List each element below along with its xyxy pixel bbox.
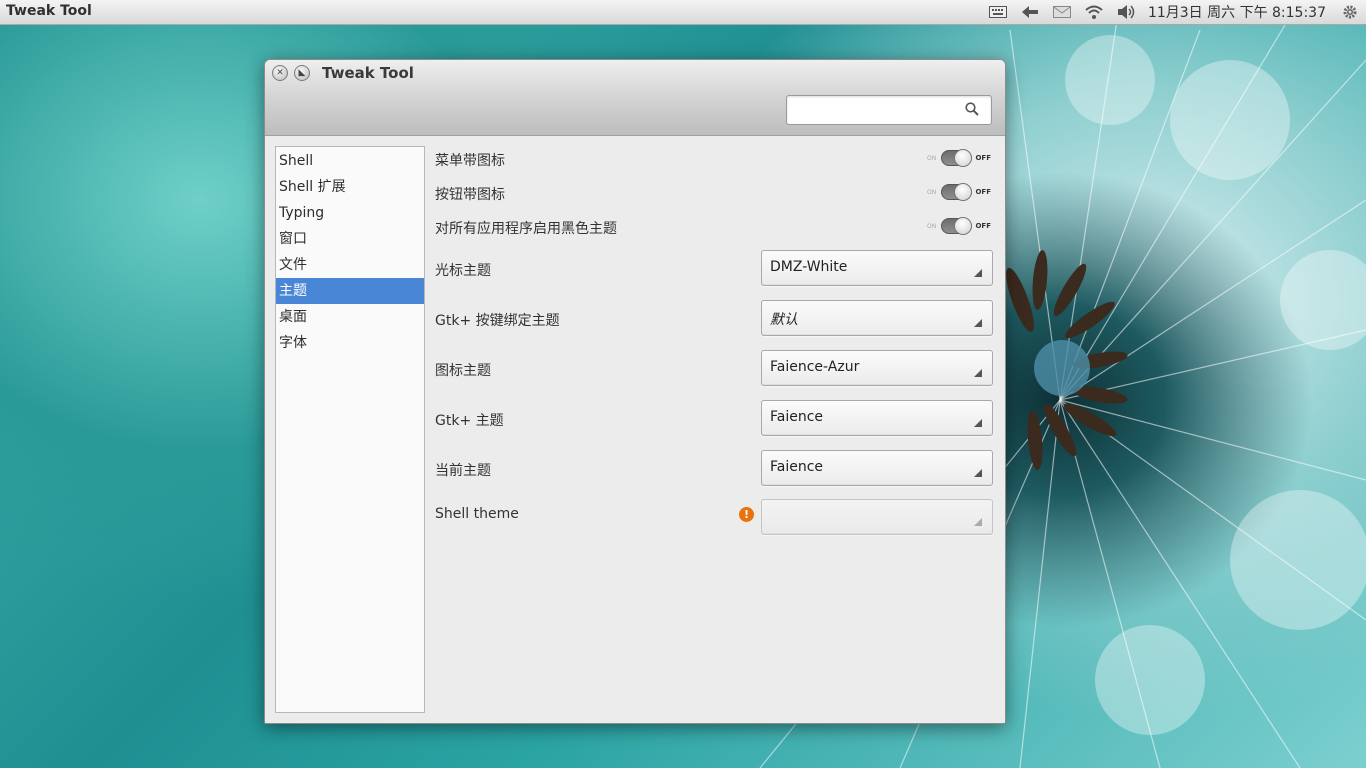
toggle-knob xyxy=(954,217,973,235)
dark-theme-label: 对所有应用程序启用黑色主题 xyxy=(435,221,617,237)
dropdown-arrow-icon xyxy=(974,419,982,427)
close-icon: ✕ xyxy=(276,67,284,78)
close-button[interactable]: ✕ xyxy=(272,65,288,81)
toggle-knob xyxy=(954,149,973,167)
current-theme-label: 当前主题 xyxy=(435,463,491,479)
warning-icon[interactable]: ! xyxy=(739,507,754,522)
dropdown-arrow-icon xyxy=(974,269,982,277)
dark-theme-toggle[interactable]: ON OFF xyxy=(927,217,991,235)
volume-icon[interactable] xyxy=(1115,4,1137,20)
sidebar-item-theme[interactable]: 主题 xyxy=(276,278,424,304)
toggle-on-text: ON xyxy=(927,222,937,230)
sidebar-item-windows[interactable]: 窗口 xyxy=(276,226,424,252)
icon-theme-label: 图标主题 xyxy=(435,363,491,379)
toggle-off-text: OFF xyxy=(975,188,991,196)
button-icons-label: 按钮带图标 xyxy=(435,187,505,203)
app-menu[interactable]: Tweak Tool xyxy=(6,3,92,19)
sidebar-item-typing[interactable]: Typing xyxy=(276,200,424,226)
titlebar: ✕ ◣ Tweak Tool xyxy=(265,60,1005,136)
toggle-off-text: OFF xyxy=(975,154,991,162)
dropdown-arrow-icon xyxy=(974,518,982,526)
minimize-button[interactable]: ◣ xyxy=(294,65,310,81)
menu-icons-label: 菜单带图标 xyxy=(435,153,505,169)
toggle-track xyxy=(940,217,973,235)
dropdown-arrow-icon xyxy=(974,319,982,327)
toggle-knob xyxy=(954,183,973,201)
gtk-theme-select[interactable]: Faience xyxy=(761,400,993,436)
cursor-theme-select[interactable]: DMZ-White xyxy=(761,250,993,286)
icon-theme-value: Faience-Azur xyxy=(770,359,860,375)
icon-theme-select[interactable]: Faience-Azur xyxy=(761,350,993,386)
category-sidebar: Shell Shell 扩展 Typing 窗口 文件 主题 桌面 字体 xyxy=(275,146,425,713)
button-icons-toggle[interactable]: ON OFF xyxy=(927,183,991,201)
keybinding-theme-select[interactable]: 默认 xyxy=(761,300,993,336)
gtk-theme-value: Faience xyxy=(770,409,824,425)
top-panel: Tweak Tool 11月3日 周六 下午 8:15:37 xyxy=(0,0,1366,25)
search-icon xyxy=(965,102,979,116)
gear-icon[interactable] xyxy=(1339,4,1361,20)
system-tray: 11月3日 周六 下午 8:15:37 xyxy=(982,0,1366,24)
search-input[interactable] xyxy=(793,96,967,124)
dropdown-arrow-icon xyxy=(974,369,982,377)
sidebar-item-files[interactable]: 文件 xyxy=(276,252,424,278)
clock[interactable]: 11月3日 周六 下午 8:15:37 xyxy=(1148,2,1326,22)
menu-icons-toggle[interactable]: ON OFF xyxy=(927,149,991,167)
toggle-on-text: ON xyxy=(927,154,937,162)
keyboard-icon[interactable] xyxy=(987,4,1009,20)
sidebar-item-fonts[interactable]: 字体 xyxy=(276,330,424,356)
toggle-on-text: ON xyxy=(927,188,937,196)
search-field[interactable] xyxy=(786,95,992,125)
keybinding-theme-label: Gtk+ 按键绑定主题 xyxy=(435,313,560,329)
sidebar-item-shell[interactable]: Shell xyxy=(276,148,424,174)
window-title: Tweak Tool xyxy=(322,64,414,82)
network-arrow-icon[interactable] xyxy=(1019,4,1041,20)
cursor-theme-value: DMZ-White xyxy=(770,259,848,275)
current-theme-value: Faience xyxy=(770,459,824,475)
sidebar-item-desktop[interactable]: 桌面 xyxy=(276,304,424,330)
current-theme-select[interactable]: Faience xyxy=(761,450,993,486)
shell-theme-select xyxy=(761,499,993,535)
shell-theme-label: Shell theme xyxy=(435,506,519,522)
minimize-icon: ◣ xyxy=(298,67,306,78)
mail-icon[interactable] xyxy=(1051,4,1073,20)
wifi-icon[interactable] xyxy=(1083,4,1105,20)
cursor-theme-label: 光标主题 xyxy=(435,263,491,279)
toggle-track xyxy=(940,183,973,201)
gtk-theme-label: Gtk+ 主题 xyxy=(435,413,504,429)
dropdown-arrow-icon xyxy=(974,469,982,477)
keybinding-theme-value: 默认 xyxy=(770,312,798,328)
toggle-track xyxy=(940,149,973,167)
toggle-off-text: OFF xyxy=(975,222,991,230)
tweak-tool-window: ✕ ◣ Tweak Tool Shell Shell 扩展 Typing 窗口 … xyxy=(264,59,1006,724)
sidebar-item-shell-extensions[interactable]: Shell 扩展 xyxy=(276,174,424,200)
